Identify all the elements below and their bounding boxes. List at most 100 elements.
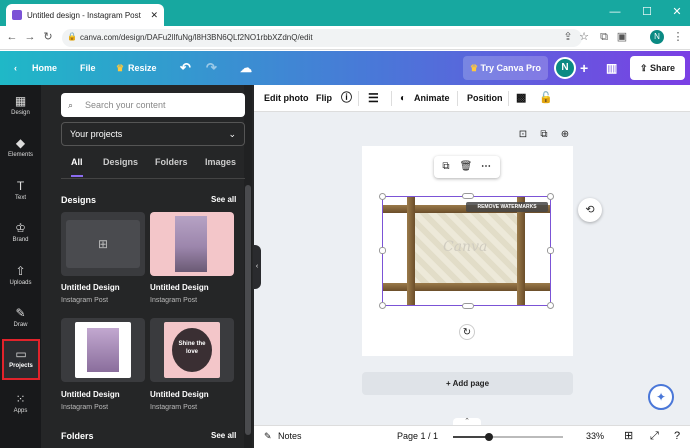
magic-assistant-button[interactable]: ✦	[648, 384, 674, 410]
resize-handle[interactable]	[547, 302, 554, 309]
zoom-percentage[interactable]: 33%	[586, 425, 604, 448]
design-card-1[interactable]: ⊞	[61, 212, 145, 276]
new-tab-button[interactable]: +	[152, 5, 168, 21]
bookmark-star-icon[interactable]: ☆	[576, 29, 592, 45]
delete-icon[interactable]: 🗑	[458, 159, 474, 175]
share-button[interactable]: ⇪ Share	[630, 56, 685, 80]
profile-avatar-icon[interactable]: N	[650, 30, 664, 44]
browser-tab[interactable]: Untitled design - Instagram Post ✕	[6, 4, 164, 26]
duplicate-page-icon[interactable]: ⧉	[536, 127, 552, 143]
rail-item-brand[interactable]: ♔ Brand	[0, 213, 41, 253]
resize-handle[interactable]	[547, 193, 554, 200]
resize-handle[interactable]	[462, 303, 474, 309]
design-card-3[interactable]	[61, 318, 145, 382]
rail-item-design[interactable]: ▦ Design	[0, 86, 41, 126]
undo-icon[interactable]: ↶	[180, 51, 191, 85]
tab-images[interactable]: Images	[205, 157, 236, 177]
home-button[interactable]: Home	[32, 51, 57, 85]
design-card-name: Untitled Design	[150, 283, 209, 292]
remove-watermarks-badge[interactable]: REMOVE WATERMARKS	[466, 202, 548, 212]
extensions-icon[interactable]: ⧉	[596, 29, 612, 45]
add-page-icon[interactable]: ⊕	[557, 127, 573, 143]
close-window-icon[interactable]: ✕	[668, 4, 686, 20]
tab-folders[interactable]: Folders	[155, 157, 188, 177]
zoom-slider-thumb[interactable]	[485, 433, 493, 441]
lock-element-icon[interactable]: 🔓	[539, 85, 553, 112]
add-collaborator-icon[interactable]: +	[580, 51, 588, 85]
notes-button[interactable]: Notes	[278, 425, 302, 448]
fullscreen-icon[interactable]: ⤢	[650, 425, 659, 448]
try-canva-pro-button[interactable]: ♛ Try Canva Pro	[463, 56, 548, 80]
info-icon[interactable]: ⓘ	[341, 85, 352, 112]
sidebar-icon[interactable]: ▣	[614, 29, 630, 45]
grid-view-icon[interactable]: ⊞	[624, 425, 633, 448]
rotate-icon[interactable]: ↻	[459, 324, 475, 340]
comment-button[interactable]: ⟲	[578, 198, 602, 222]
share-label: Share	[650, 63, 676, 73]
design-card-4[interactable]: Shine the love	[150, 318, 234, 382]
border-style-icon[interactable]: ☰	[368, 85, 379, 112]
zoom-slider-track[interactable]	[453, 433, 563, 441]
selection-box[interactable]	[382, 196, 551, 306]
folder-icon: ▭	[15, 347, 27, 361]
collapse-panel-handle[interactable]: ‹	[253, 245, 261, 289]
insights-chart-icon[interactable]: ▥	[606, 51, 617, 85]
resize-handle[interactable]	[379, 247, 386, 254]
tab-all[interactable]: All	[71, 157, 83, 177]
rail-item-elements[interactable]: ◆ Elements	[0, 128, 41, 168]
lock-page-icon[interactable]: ⊡	[515, 127, 531, 143]
redo-icon[interactable]: ↷	[206, 51, 217, 85]
back-icon[interactable]: ←	[4, 29, 20, 45]
resize-handle[interactable]	[462, 193, 474, 199]
folders-heading: Folders	[61, 431, 94, 441]
animate-icon: ◐	[400, 93, 407, 104]
rail-label: Elements	[7, 152, 33, 158]
forward-icon[interactable]: →	[22, 29, 38, 45]
url-field[interactable]: canva.com/design/DAFu2lIfuNg/l8H3BN6QLf2…	[62, 29, 582, 47]
crown-icon: ♛	[116, 63, 125, 73]
designs-see-all-link[interactable]: See all	[211, 195, 236, 204]
project-select[interactable]: Your projects ⌄	[61, 122, 245, 146]
resize-handle[interactable]	[547, 247, 554, 254]
search-input[interactable]: ⌕ Search your content	[61, 93, 245, 117]
shine-the-love-thumbnail: Shine the love	[164, 322, 220, 378]
design-card-2[interactable]	[150, 212, 234, 276]
canva-favicon-icon	[12, 10, 22, 20]
transparency-icon[interactable]: ▩	[516, 85, 526, 112]
rail-item-text[interactable]: T Text	[0, 171, 41, 211]
minimize-icon[interactable]: —	[606, 4, 624, 20]
design-card-name: Untitled Design	[61, 283, 120, 292]
rail-item-projects[interactable]: ▭ Projects	[2, 339, 40, 380]
add-page-button[interactable]: + Add page	[362, 372, 573, 395]
chevron-down-icon: ⌄	[228, 129, 236, 139]
file-button[interactable]: File	[80, 51, 96, 85]
user-avatar[interactable]: N	[554, 57, 576, 79]
text-icon: T	[16, 179, 25, 193]
resize-button[interactable]: Resize	[128, 51, 157, 85]
resize-handle[interactable]	[379, 302, 386, 309]
folders-see-all-link[interactable]: See all	[211, 431, 236, 440]
position-button[interactable]: Position	[467, 85, 503, 112]
reload-icon[interactable]: ↻	[40, 29, 56, 45]
home-chevron-icon[interactable]: ‹	[14, 51, 17, 85]
flip-button[interactable]: Flip	[316, 85, 332, 112]
rail-item-apps[interactable]: ⁙ Apps	[0, 384, 41, 424]
share-page-icon[interactable]: ⇪	[560, 29, 576, 45]
help-icon[interactable]: ?	[674, 425, 680, 448]
edit-photo-button[interactable]: Edit photo	[264, 85, 309, 112]
panel-scrollbar[interactable]	[244, 85, 252, 448]
more-options-icon[interactable]: ⋯	[478, 159, 494, 175]
browser-menu-icon[interactable]: ⋮	[670, 29, 686, 45]
page-indicator[interactable]: Page 1 / 1	[397, 425, 438, 448]
animate-button[interactable]: Animate	[414, 85, 450, 112]
lock-icon[interactable]: 🔒	[64, 29, 80, 45]
designs-heading: Designs	[61, 195, 97, 205]
duplicate-element-icon[interactable]: ⧉	[438, 159, 454, 175]
tab-designs[interactable]: Designs	[103, 157, 138, 177]
rail-item-draw[interactable]: ✎ Draw	[0, 298, 41, 338]
toolbar-divider	[358, 91, 359, 106]
resize-handle[interactable]	[379, 193, 386, 200]
rail-item-uploads[interactable]: ⇧ Uploads	[0, 256, 41, 296]
maximize-icon[interactable]: ☐	[638, 4, 656, 20]
cloud-save-icon[interactable]: ☁	[240, 51, 252, 85]
